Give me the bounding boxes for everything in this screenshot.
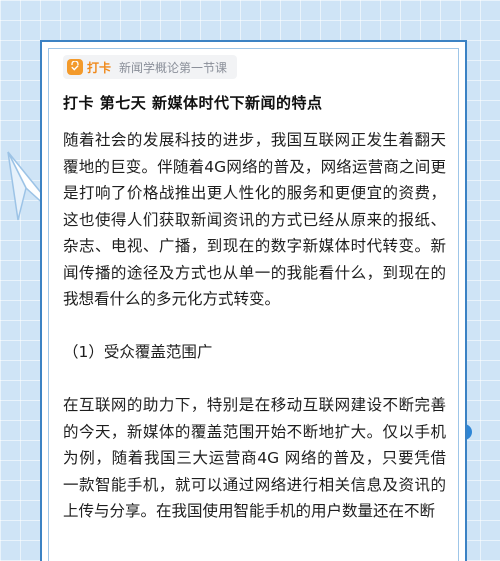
checkin-tag[interactable]: 打卡 新闻学概论第一节课 [63,55,238,79]
tag-course-name: 新闻学概论第一节课 [119,60,228,75]
section-heading: （1）受众覆盖范围广 [63,343,213,361]
article-body: 随着社会的发展科技的进步，我国互联网正发生着翻天覆地的巨变。伴随着4G网络的普及… [63,127,446,551]
tag-name: 打卡 [87,60,112,75]
paragraph-intro: 随着社会的发展科技的进步，我国互联网正发生着翻天覆地的巨变。伴随着4G网络的普及… [63,131,446,308]
article-title: 打卡 第七天 新媒体时代下新闻的特点 [63,94,323,112]
checkin-bag-icon [67,59,83,75]
article-card: 打卡 新闻学概论第一节课 打卡 第七天 新媒体时代下新闻的特点 随着社会的发展科… [48,48,459,561]
paragraph-coverage: 在互联网的助力下，特别是在移动互联网建设不断完善的今天，新媒体的覆盖范围开始不断… [63,396,446,520]
